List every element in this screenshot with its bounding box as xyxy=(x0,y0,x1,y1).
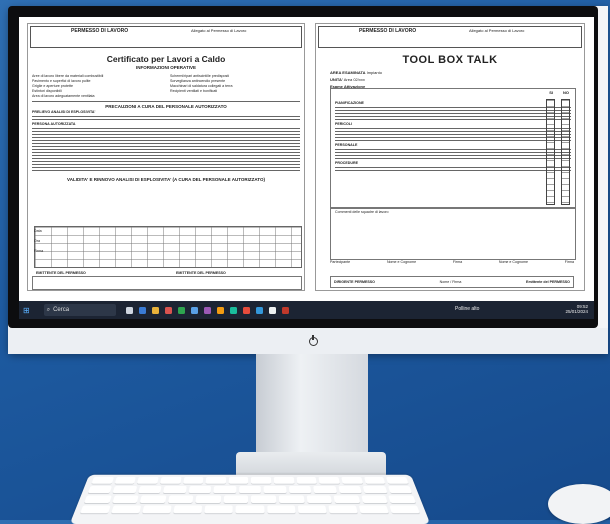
hot-work-certificate-document[interactable]: PERMESSO DI LAVORO Allegato al Permesso … xyxy=(27,23,305,291)
clock-date: 25/01/2024 xyxy=(565,309,588,314)
comments-label: Commenti delle squadre di lavoro xyxy=(335,210,389,214)
weather-status[interactable]: Polline alto xyxy=(455,306,479,312)
app-icon[interactable] xyxy=(242,306,250,314)
windows-start-icon[interactable]: ⊞ xyxy=(23,306,30,315)
file-explorer-icon[interactable] xyxy=(151,306,159,314)
section-label: PERSONALE xyxy=(335,143,358,147)
document-header: PERMESSO DI LAVORO Allegato al Permesso … xyxy=(30,26,302,48)
search-icon: ⌕ xyxy=(46,306,51,313)
area-label: AREA ESAMINATA xyxy=(330,70,366,75)
section-label: PIANIFICAZIONE xyxy=(335,101,364,105)
app-icon[interactable] xyxy=(229,306,237,314)
personnel-label: PERSONA AUTORIZZATA xyxy=(32,122,76,126)
pdf-icon[interactable] xyxy=(281,306,289,314)
firma-label: Firma xyxy=(34,249,44,253)
document-title: Certificato per Lavori a Caldo xyxy=(106,54,226,64)
header-title: PERMESSO DI LAVORO xyxy=(359,28,417,34)
app-icon[interactable] xyxy=(177,306,185,314)
checklist-row: Estintori disponibili xyxy=(32,89,62,93)
footer-mid: Nome / Firma xyxy=(439,280,462,284)
mail-icon[interactable] xyxy=(190,306,198,314)
monitor-stand xyxy=(256,354,368,464)
signature-col: Firma xyxy=(564,260,574,264)
checklist-row: Griglie e aperture protette xyxy=(32,84,73,88)
unita-label: UNITA' xyxy=(330,77,343,82)
screen: PERMESSO DI LAVORO Allegato al Permesso … xyxy=(19,17,594,319)
monitor-chin xyxy=(8,328,608,354)
col-si: SI xyxy=(549,90,553,95)
search-box[interactable]: ⌕ Cerca xyxy=(43,304,116,316)
mouse xyxy=(548,484,610,524)
tool-box-talk-document[interactable]: PERMESSO DI LAVORO Allegato al Permesso … xyxy=(315,23,585,291)
signature-col: Firma xyxy=(452,260,463,264)
ora-label: Ora xyxy=(34,239,40,243)
app-icon[interactable] xyxy=(268,306,276,314)
app-icon[interactable] xyxy=(255,306,263,314)
document-title: TOOL BOX TALK xyxy=(402,54,498,66)
section-label: PROCEDURE xyxy=(335,161,358,165)
signature-col: Nome e Cognome xyxy=(498,260,529,264)
keyboard xyxy=(69,474,431,524)
col-no: NO xyxy=(563,90,569,95)
section-heading: VALIDITA' E RINNOVO ANALISI DI ESPLOSIVI… xyxy=(67,177,265,182)
header-right: Allegato al Permesso di Lavoro xyxy=(191,28,247,33)
checklist-row: Area di lavoro adeguatamente ventilata xyxy=(32,94,95,98)
unita-value: Area 02/xxx xyxy=(343,77,365,82)
validity-grid xyxy=(34,226,302,268)
footer-left: EMITTENTE DEL PERMESSO xyxy=(36,271,86,275)
app-icon[interactable] xyxy=(216,306,224,314)
checklist-row: Macchinari di saldatura collegati a terr… xyxy=(170,84,233,88)
app-icon[interactable] xyxy=(164,306,172,314)
footer-left: DIRIGENTE PERMESSO xyxy=(334,280,375,284)
browser-icon[interactable] xyxy=(138,306,146,314)
checklist-row: Pavimento e superfici di lavoro pulite xyxy=(32,79,91,83)
header-title: PERMESSO DI LAVORO xyxy=(71,28,129,34)
section-heading: INFORMAZIONI OPERATIVE xyxy=(136,65,196,70)
app-icon[interactable] xyxy=(203,306,211,314)
clock[interactable]: 09:52 25/01/2024 xyxy=(565,304,588,314)
analysis-label: PRELIEVO ANALISI DI ESPLOSIVITA' xyxy=(32,110,96,114)
checklist-row: Aree di lavoro libere da materiali combu… xyxy=(32,74,104,78)
document-header: PERMESSO DI LAVORO Allegato al Permesso … xyxy=(318,26,582,48)
checklist-row: Schermi/ripari antiscintille predisposti xyxy=(170,74,230,78)
section-label: PERICOLI xyxy=(335,122,352,126)
footer-right: Emittente del PERMESSO xyxy=(526,280,570,284)
task-view-icon[interactable] xyxy=(125,306,133,314)
area-value: Impianto xyxy=(366,70,382,75)
header-right: Allegato al Permesso di Lavoro xyxy=(469,28,525,33)
power-icon[interactable] xyxy=(309,335,318,346)
checklist-row: Recipienti ventilati e bonificati xyxy=(170,89,218,93)
signature-col: Nome e Cognome xyxy=(386,260,417,264)
checklist-row: Sorveglianza antincendio presente xyxy=(170,79,226,83)
data-label: Data xyxy=(34,229,42,233)
search-placeholder: Cerca xyxy=(53,307,70,313)
footer-right: EMITTENTE DEL PERMESSO xyxy=(176,271,226,275)
section-heading: PRECAUZIONI A CURA DEL PERSONALE AUTORIZ… xyxy=(105,104,227,109)
signature-col: Partecipante xyxy=(330,260,351,264)
taskbar: ⊞ ⌕ Cerca Polline alto 09:52 25/01/2024 xyxy=(19,301,594,319)
